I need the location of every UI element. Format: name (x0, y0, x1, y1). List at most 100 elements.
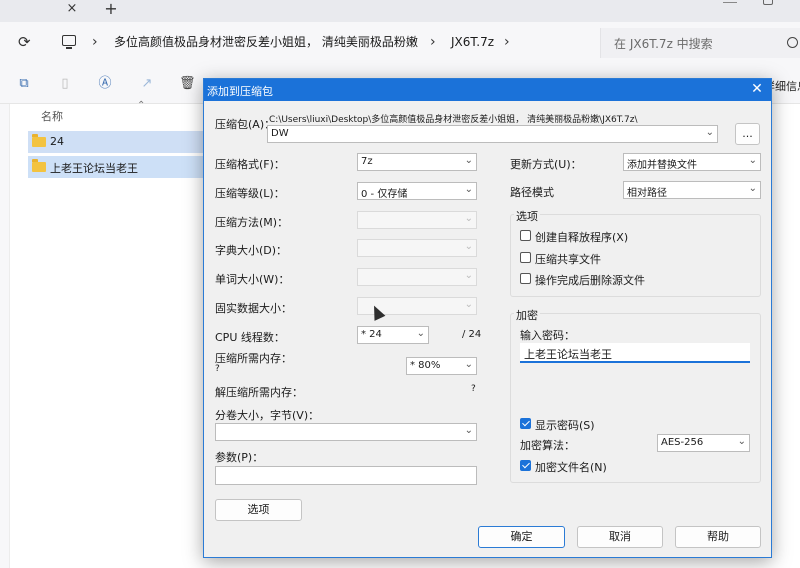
chevron-down-icon[interactable]: ⌄ (706, 127, 714, 138)
solid-label: 固实数据大小： (215, 302, 292, 315)
chevron-down-icon: ⌄ (464, 299, 473, 310)
level-select[interactable]: 0 - 仅存储 ⌄ (357, 182, 477, 200)
delete-icon[interactable]: 🗑 (179, 76, 196, 92)
path-mode-select[interactable]: 相对路径 ⌄ (623, 181, 761, 199)
path-mode-value: 相对路径 (627, 188, 667, 199)
share-icon[interactable]: ↗ (139, 76, 155, 92)
params-label: 参数(P)： (215, 451, 264, 464)
folder-icon (32, 134, 46, 147)
memory-select[interactable]: * 80% ⌄ (406, 357, 477, 375)
file-name: 上老王论坛当老王 (50, 162, 138, 175)
memory-value: ? (215, 364, 220, 374)
archive-path: C:\Users\liuxi\Desktop\多位高颜值极品身材泄密反差小姐姐，… (269, 115, 638, 125)
add-to-archive-dialog: 添加到压缩包 ✕ 压缩包(A)： C:\Users\liuxi\Desktop\… (203, 78, 772, 558)
rename-icon[interactable]: Ⓐ (97, 76, 113, 92)
browse-button[interactable]: ... (735, 123, 760, 145)
chevron-down-icon: ⌄ (464, 425, 473, 436)
maximize-icon[interactable] (763, 0, 773, 5)
encryption-method-value: AES-256 (661, 437, 704, 448)
refresh-icon[interactable]: ⟳ (18, 34, 34, 50)
encrypt-names-checkbox[interactable] (520, 460, 531, 471)
breadcrumb-folder[interactable]: 多位高颜值极品身材泄密反差小姐姐， 清纯美丽极品粉嫩 (114, 34, 418, 50)
search-box[interactable]: 在 JX6T.7z 中搜索 (600, 28, 800, 58)
decompress-memory-value: ? (471, 384, 476, 394)
sfx-label[interactable]: 创建自释放程序(X) (535, 229, 628, 245)
chevron-right-icon[interactable]: › (504, 33, 510, 51)
delete-after-label[interactable]: 操作完成后删除源文件 (535, 272, 645, 288)
navigation-pane (0, 104, 10, 568)
cpu-threads-select[interactable]: * 24 ⌄ (357, 326, 429, 344)
this-pc-icon[interactable] (62, 35, 76, 49)
format-value: 7z (361, 156, 373, 167)
format-label: 压缩格式(F)： (215, 158, 285, 171)
chevron-right-icon[interactable]: › (430, 33, 436, 51)
file-name: 24 (50, 135, 64, 148)
delete-after-checkbox[interactable] (520, 273, 531, 284)
path-mode-label: 路径模式 (510, 186, 554, 199)
volume-label: 分卷大小，字节(V)： (215, 409, 320, 422)
cpu-threads-value: * 24 (361, 329, 382, 340)
params-input[interactable] (215, 466, 477, 485)
update-select[interactable]: 添加并替换文件 ⌄ (623, 153, 761, 171)
address-bar: ⟳ › 多位高颜值极品身材泄密反差小姐姐， 清纯美丽极品粉嫩 › JX6T.7z… (0, 22, 800, 64)
method-select[interactable]: ⌄ (357, 211, 477, 229)
encryption-method-select[interactable]: AES-256 ⌄ (657, 434, 750, 452)
word-select[interactable]: ⌄ (357, 268, 477, 286)
password-input[interactable]: 上老王论坛当老王 (520, 343, 750, 363)
ok-button[interactable]: 确定 (478, 526, 565, 548)
search-icon[interactable] (787, 37, 798, 48)
update-label: 更新方式(U)： (510, 158, 582, 171)
close-icon[interactable]: ✕ (749, 81, 765, 97)
chevron-right-icon[interactable]: › (92, 33, 98, 51)
column-header-name[interactable]: 名称 (41, 108, 63, 124)
chevron-down-icon: ⌄ (416, 328, 425, 339)
method-label: 压缩方法(M)： (215, 216, 289, 229)
archive-name-combo[interactable]: DW ⌄ (267, 125, 718, 143)
password-value: 上老王论坛当老王 (524, 348, 612, 361)
dialog-title-bar: 添加到压缩包 ✕ (204, 79, 771, 101)
paste-icon[interactable]: ▯ (57, 76, 73, 92)
password-label: 输入密码： (520, 329, 575, 342)
new-tab-icon[interactable]: + (103, 1, 119, 17)
options-button[interactable]: 选项 (215, 499, 302, 521)
tab-close-icon[interactable]: × (64, 1, 80, 17)
tab-bar: × + (0, 0, 800, 22)
level-value: 0 - 仅存储 (361, 189, 408, 200)
dialog-title: 添加到压缩包 (207, 85, 273, 98)
chevron-down-icon: ⌄ (464, 241, 473, 252)
sort-chevron-icon: ⌃ (137, 100, 146, 111)
chevron-down-icon: ⌄ (464, 184, 473, 195)
cpu-label: CPU 线程数： (215, 331, 285, 344)
minimize-icon[interactable] (723, 2, 737, 3)
folder-icon (32, 159, 46, 172)
format-select[interactable]: 7z ⌄ (357, 153, 477, 171)
encryption-method-label: 加密算法： (520, 439, 575, 452)
chevron-down-icon: ⌄ (737, 436, 746, 447)
options-group-title: 选项 (514, 208, 540, 224)
update-value: 添加并替换文件 (627, 160, 697, 171)
dict-label: 字典大小(D)： (215, 244, 288, 257)
cpu-total: / 24 (462, 329, 482, 340)
breadcrumb-archive[interactable]: JX6T.7z (451, 34, 494, 50)
dict-select[interactable]: ⌄ (357, 239, 477, 257)
search-placeholder: 在 JX6T.7z 中搜索 (614, 37, 713, 51)
shared-checkbox[interactable] (520, 252, 531, 263)
encryption-group-title: 加密 (514, 307, 540, 323)
word-label: 单词大小(W)： (215, 273, 290, 286)
volume-combo[interactable]: ⌄ (215, 423, 477, 441)
chevron-down-icon: ⌄ (748, 155, 757, 166)
decompress-memory-label: 解压缩所需内存： (215, 386, 303, 399)
cancel-button[interactable]: 取消 (577, 526, 663, 548)
encrypt-names-label[interactable]: 加密文件名(N) (535, 459, 607, 475)
help-button[interactable]: 帮助 (675, 526, 761, 548)
chevron-down-icon: ⌄ (464, 155, 473, 166)
copy-icon[interactable]: ⧉ (16, 76, 32, 92)
list-item[interactable]: 上老王论坛当老王 (28, 156, 206, 178)
show-password-checkbox[interactable] (520, 418, 531, 429)
shared-label[interactable]: 压缩共享文件 (535, 251, 601, 267)
show-password-label[interactable]: 显示密码(S) (535, 417, 595, 433)
list-item[interactable]: 24 (28, 131, 206, 153)
chevron-down-icon: ⌄ (464, 359, 473, 370)
chevron-down-icon: ⌄ (464, 213, 473, 224)
sfx-checkbox[interactable] (520, 230, 531, 241)
